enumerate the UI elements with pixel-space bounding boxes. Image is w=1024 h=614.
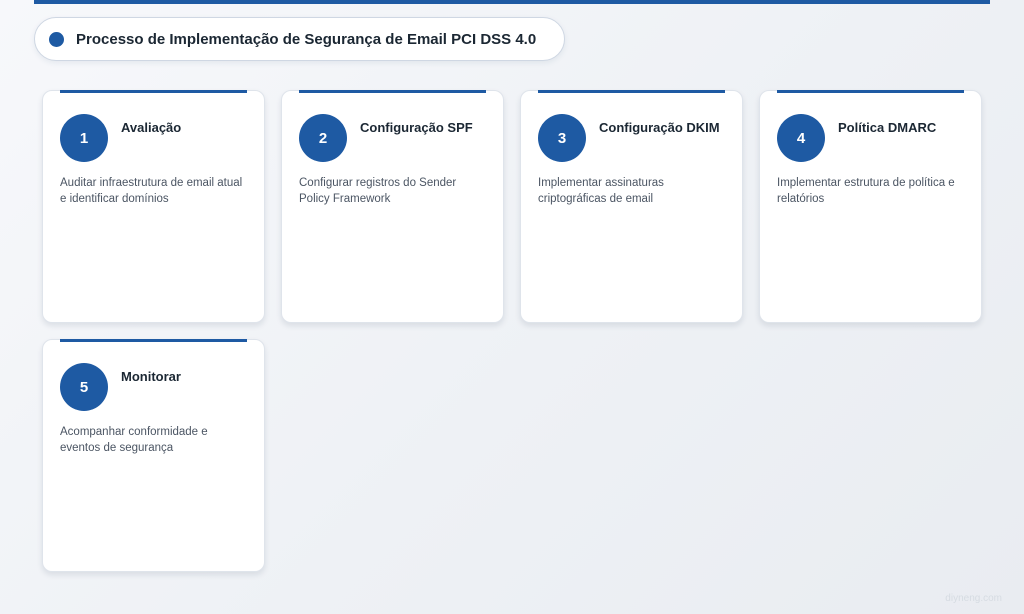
process-steps: 1 Avaliação Auditar infraestrutura de em…	[42, 90, 982, 572]
card-accent-bar	[299, 90, 486, 93]
title-bullet-icon	[49, 31, 64, 47]
step-title: Política DMARC	[838, 120, 937, 135]
step-description: Implementar estrutura de política e rela…	[777, 177, 955, 205]
step-number-badge: 2	[299, 114, 347, 162]
step-number-badge: 4	[777, 114, 825, 162]
page-title: Processo de Implementação de Segurança d…	[76, 30, 537, 48]
step-number-badge: 3	[538, 114, 586, 162]
card-accent-bar	[60, 90, 247, 93]
step-description: Configurar registros do Sender Policy Fr…	[299, 177, 457, 205]
step-description: Auditar infraestrutura de email atual e …	[60, 177, 243, 205]
card-accent-bar	[777, 90, 964, 93]
step-description: Acompanhar conformidade e eventos de seg…	[60, 426, 208, 454]
step-card-5: 5 Monitorar Acompanhar conformidade e ev…	[42, 339, 265, 572]
step-title: Monitorar	[121, 369, 181, 384]
step-number-badge: 1	[60, 114, 108, 162]
step-title: Configuração SPF	[360, 120, 473, 135]
step-number-badge: 5	[60, 363, 108, 411]
step-card-4: 4 Política DMARC Implementar estrutura d…	[759, 90, 982, 323]
card-accent-bar	[60, 339, 247, 342]
step-card-3: 3 Configuração DKIM Implementar assinatu…	[520, 90, 743, 323]
step-card-2: 2 Configuração SPF Configurar registros …	[281, 90, 504, 323]
step-title: Avaliação	[121, 120, 182, 135]
page-title-pill: Processo de Implementação de Segurança d…	[34, 17, 566, 61]
watermark: diyneng.com	[945, 593, 1002, 604]
top-accent-bar	[34, 0, 990, 4]
card-accent-bar	[538, 90, 725, 93]
step-card-1: 1 Avaliação Auditar infraestrutura de em…	[42, 90, 265, 323]
step-title: Configuração DKIM	[599, 120, 720, 135]
step-description: Implementar assinaturas criptográficas d…	[538, 177, 664, 205]
